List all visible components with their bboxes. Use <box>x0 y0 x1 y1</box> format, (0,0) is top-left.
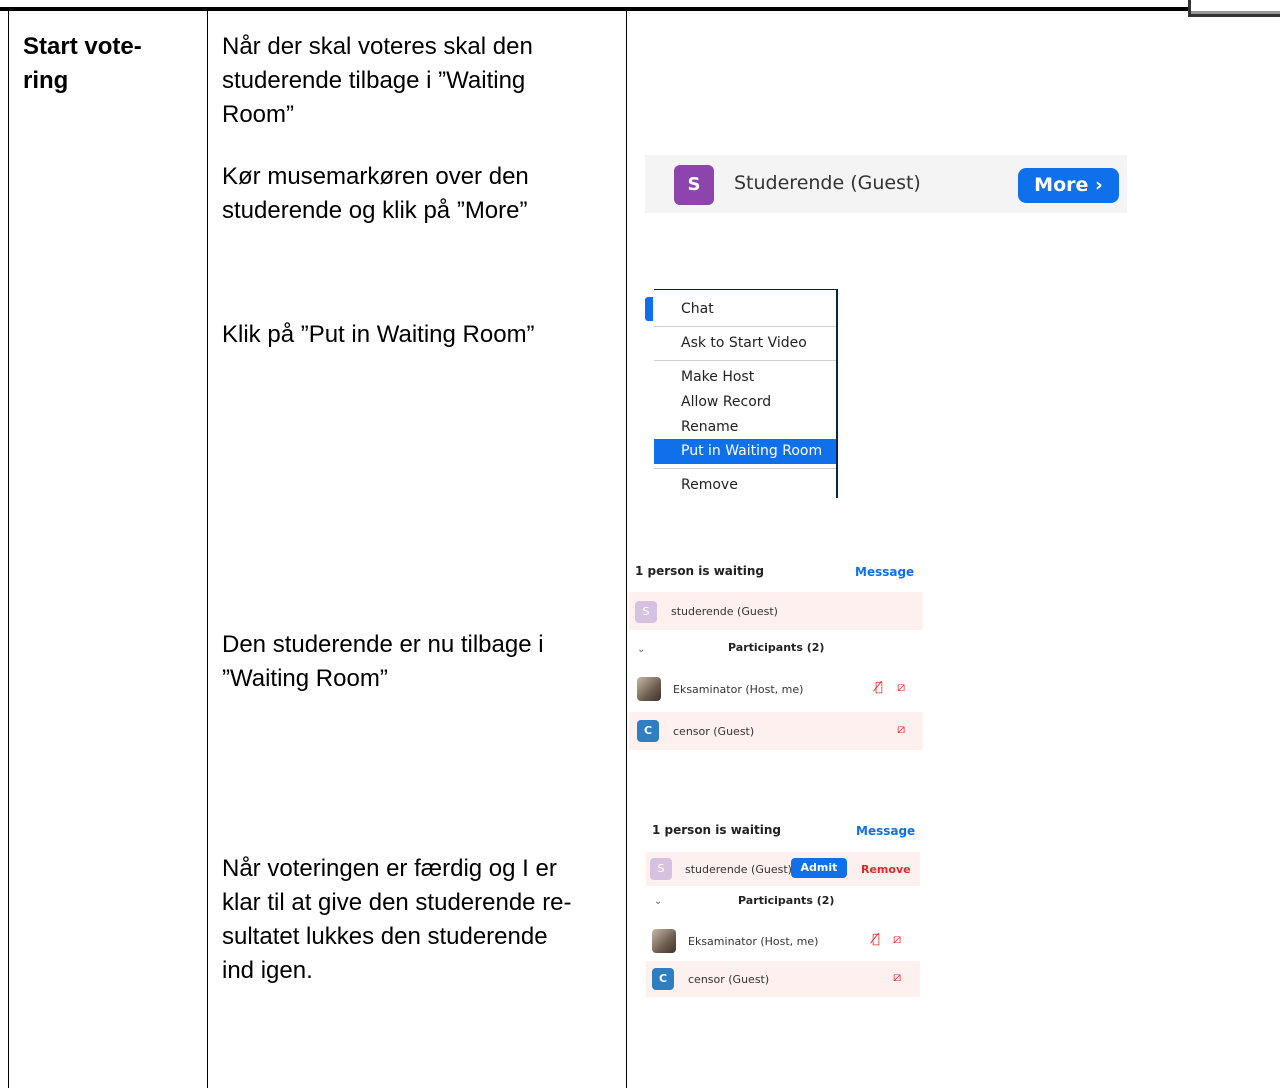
participant-name: Studerende (Guest) <box>734 172 921 194</box>
menu-item-chat[interactable]: Chat <box>654 297 836 322</box>
video-off-icon: ⧄ <box>897 680 906 695</box>
participant-row[interactable]: Eksaminator (Host, me) 🎙̸ ⧄ <box>646 925 920 959</box>
avatar: S <box>674 165 714 205</box>
menu-divider <box>654 326 836 327</box>
table-column-divider <box>207 11 208 1088</box>
participant-name: Eksaminator (Host, me) <box>688 935 819 948</box>
waiting-user-row[interactable]: S studerende (Guest) Admit Remove <box>646 852 920 886</box>
page-corner-decoration <box>1188 0 1280 17</box>
participants-header: Participants (2) <box>728 641 825 654</box>
waiting-user-name: studerende (Guest) <box>685 863 792 876</box>
instruction-text: Den studerende er nu tilbage i ”Waiting … <box>222 631 544 692</box>
avatar: S <box>635 601 657 623</box>
participant-hover-row: S Studerende (Guest) More › <box>645 155 1127 213</box>
participant-row[interactable]: C censor (Guest) ⧄ <box>646 961 920 997</box>
instruction-text: Kør musemarkøren over den studerende og … <box>222 163 529 224</box>
chevron-down-icon[interactable]: ⌄ <box>637 644 645 655</box>
video-off-icon: ⧄ <box>893 970 902 985</box>
video-off-icon: ⧄ <box>893 932 902 947</box>
instruction-text: Når der skal voteres skal den studerende… <box>222 33 533 128</box>
row-header: Start vote- ring <box>23 33 142 94</box>
waiting-count: 1 person is waiting <box>652 823 781 837</box>
more-button[interactable]: More › <box>1018 168 1119 203</box>
message-link[interactable]: Message <box>856 824 915 838</box>
mic-muted-icon: 🎙̸ <box>872 932 880 947</box>
table-left-border <box>8 11 9 1088</box>
context-menu-list: Chat Ask to Start Video Make Host Allow … <box>654 289 838 498</box>
instruction-text: Klik på ”Put in Waiting Room” <box>222 321 535 348</box>
waiting-room-panel-admit: 1 person is waiting Message S studerende… <box>646 815 922 1000</box>
participant-name: censor (Guest) <box>673 725 755 738</box>
admit-button[interactable]: Admit <box>791 858 847 878</box>
mic-muted-icon: 🎙̸ <box>875 680 883 695</box>
menu-item-remove[interactable]: Remove <box>654 473 836 498</box>
avatar <box>637 677 661 701</box>
participant-row[interactable]: C censor (Guest) ⧄ <box>629 712 923 750</box>
participants-header: Participants (2) <box>738 894 835 907</box>
avatar: C <box>637 720 659 742</box>
menu-item-allow-record[interactable]: Allow Record <box>654 390 836 415</box>
menu-item-ask-start-video[interactable]: Ask to Start Video <box>654 331 836 356</box>
more-button-edge <box>645 297 653 321</box>
remove-button[interactable]: Remove <box>861 863 911 876</box>
participant-name: censor (Guest) <box>688 973 770 986</box>
waiting-count: 1 person is waiting <box>635 564 764 578</box>
menu-divider <box>654 468 836 469</box>
table-top-border <box>0 7 1280 11</box>
video-off-icon: ⧄ <box>897 722 906 737</box>
instruction-text: Når voteringen er færdig og I er klar ti… <box>222 855 572 984</box>
participant-name: Eksaminator (Host, me) <box>673 683 804 696</box>
participant-row[interactable]: Eksaminator (Host, me) 🎙̸ ⧄ <box>629 673 923 707</box>
waiting-room-panel: 1 person is waiting Message S studerende… <box>629 556 925 766</box>
waiting-user-row[interactable]: S studerende (Guest) <box>629 592 923 630</box>
menu-item-put-in-waiting-room[interactable]: Put in Waiting Room <box>654 439 836 464</box>
table-column-divider <box>626 11 627 1088</box>
avatar: S <box>650 858 672 880</box>
menu-item-make-host[interactable]: Make Host <box>654 365 836 390</box>
avatar: C <box>652 968 674 990</box>
menu-divider <box>654 360 836 361</box>
message-link[interactable]: Message <box>855 565 914 579</box>
context-menu: Chat Ask to Start Video Make Host Allow … <box>637 287 838 499</box>
waiting-user-name: studerende (Guest) <box>671 605 778 618</box>
chevron-down-icon[interactable]: ⌄ <box>654 896 662 907</box>
avatar <box>652 929 676 953</box>
menu-item-rename[interactable]: Rename <box>654 415 836 440</box>
